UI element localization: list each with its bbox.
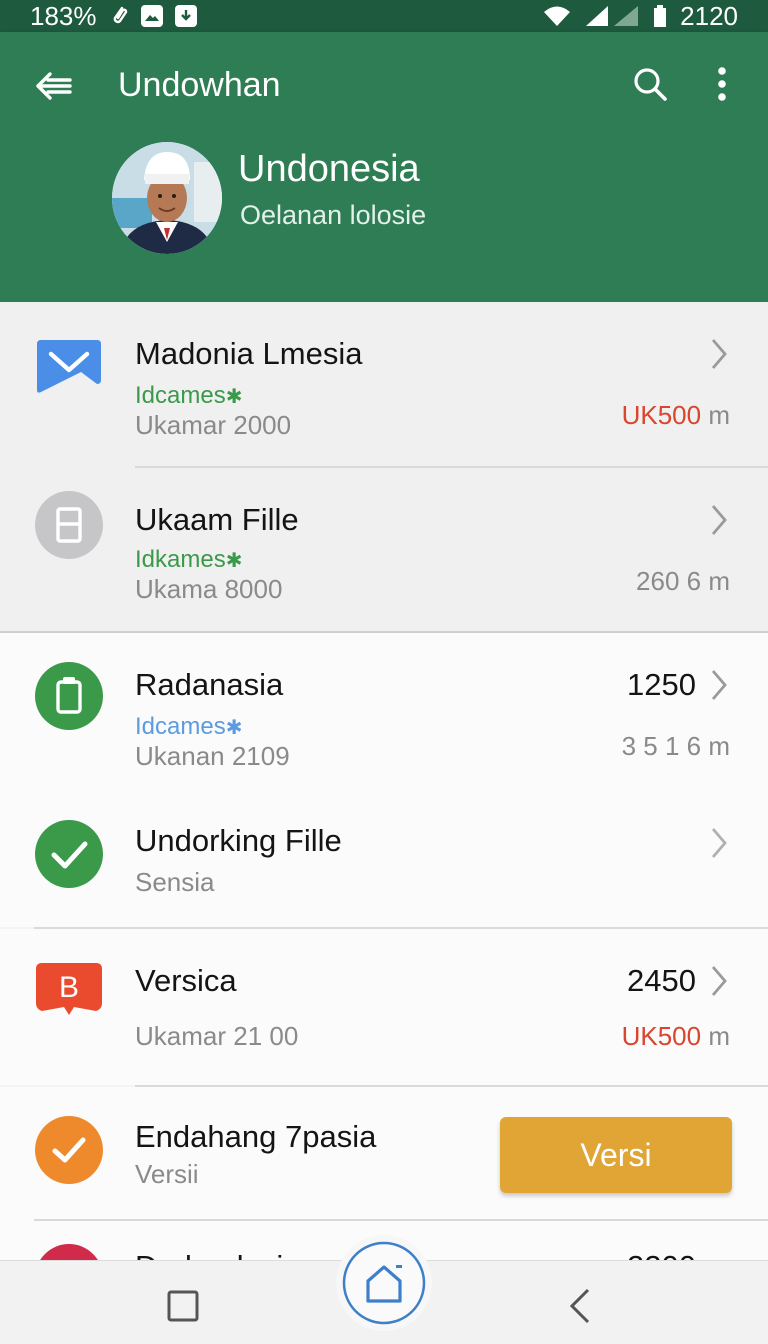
list-item[interactable]: Radanasia 1250 Idcames✱ Ukanan 2109 3 5 … [0, 633, 768, 783]
link-icon [109, 4, 129, 28]
chevron-right-icon [708, 825, 730, 861]
item-amount: UK500 m [621, 1021, 730, 1051]
item-amount: 3 5 1 6 m [621, 731, 730, 761]
item-title: Ukaam Fille [135, 502, 299, 537]
item-tag: Idkames✱ [135, 546, 243, 573]
item-amount: 260 6 m [636, 566, 730, 596]
download-icon [174, 5, 197, 27]
item-title: Versica [135, 963, 237, 998]
profile-subtitle: Oelanan lolosie [240, 200, 427, 230]
status-time: 2120 [680, 0, 738, 31]
map-flag-icon [34, 330, 104, 400]
item-title: Madonia Lmesia [135, 336, 363, 371]
status-bar: 183% 2120 [0, 0, 768, 32]
photo-icon [140, 5, 163, 27]
app-title: Undowhan [118, 66, 281, 104]
file-icon [34, 490, 104, 560]
item-title: Radanasia [135, 667, 284, 702]
partial-red-icon [34, 1243, 104, 1260]
check-circle-icon [34, 819, 104, 889]
item-value: 1250 [627, 667, 696, 702]
item-title: Undorking Fille [135, 823, 342, 858]
item-subtitle: Ukama 8000 [135, 574, 283, 604]
item-subtitle: Ukanan 2109 [135, 741, 290, 771]
back-chevron-icon[interactable] [560, 1283, 600, 1329]
item-tag: Idcames✱ [135, 382, 243, 409]
item-subtitle: Ukamar 2000 [135, 410, 292, 440]
chevron-right-icon [708, 502, 730, 538]
gear-icon: ✱ [225, 717, 243, 739]
list-item[interactable]: Undorking Fille Sensia [0, 783, 768, 927]
content-list: Madonia Lmesia Idcames✱ Ukamar 2000 UK50… [0, 302, 768, 1260]
search-icon[interactable] [626, 60, 674, 108]
list-item[interactable]: Ukaam Fille Idkames✱ Ukama 8000 260 6 m [0, 468, 768, 632]
list-item[interactable]: Endahang 7pasia Versii Versi [0, 1087, 768, 1221]
chevron-right-icon [708, 963, 730, 999]
more-vert-icon[interactable] [700, 60, 744, 108]
item-title: Endahang 7pasia [135, 1119, 377, 1154]
clipboard-icon [34, 661, 104, 731]
versi-button[interactable]: Versi [500, 1117, 732, 1193]
bottom-nav [0, 1235, 768, 1344]
item-subtitle: Ukamar 21 00 [135, 1021, 299, 1051]
item-value: 2450 [627, 963, 696, 998]
signal-icon [584, 4, 640, 28]
wifi-icon [542, 4, 572, 28]
gear-icon: ✱ [225, 550, 243, 572]
profile-name: Undonesia [238, 148, 420, 190]
item-amount: UK500 m [621, 400, 730, 430]
battery-icon [652, 4, 668, 28]
home-icon [342, 1241, 426, 1325]
status-left: 183% [30, 1, 197, 32]
back-arrow-icon[interactable] [30, 62, 78, 110]
status-right: 2120 [542, 1, 738, 32]
item-tag: Idcames✱ [135, 713, 243, 740]
item-subtitle: Versii [135, 1159, 199, 1189]
home-button[interactable] [336, 1235, 432, 1331]
check-orange-icon [34, 1115, 104, 1185]
gear-icon: ✱ [225, 386, 243, 408]
list-item[interactable]: Madonia Lmesia Idcames✱ Ukamar 2000 UK50… [0, 302, 768, 468]
chevron-right-icon [708, 667, 730, 703]
list-item[interactable]: B Versica 2450 Ukamar 21 00 UK500 m [0, 929, 768, 1085]
battery-percent: 183% [30, 0, 97, 31]
app-header: Undowhan Undonesia Oelanan lolosie [0, 32, 768, 302]
item-title: Dadandasia [135, 1249, 300, 1260]
item-value: 2200 [627, 1249, 696, 1260]
chevron-right-icon [708, 336, 730, 372]
avatar[interactable] [112, 142, 222, 254]
recents-square-icon[interactable] [160, 1283, 206, 1329]
b-badge-icon: B [34, 955, 104, 1025]
item-subtitle: Sensia [135, 867, 215, 897]
svg-text:B: B [59, 971, 79, 1004]
